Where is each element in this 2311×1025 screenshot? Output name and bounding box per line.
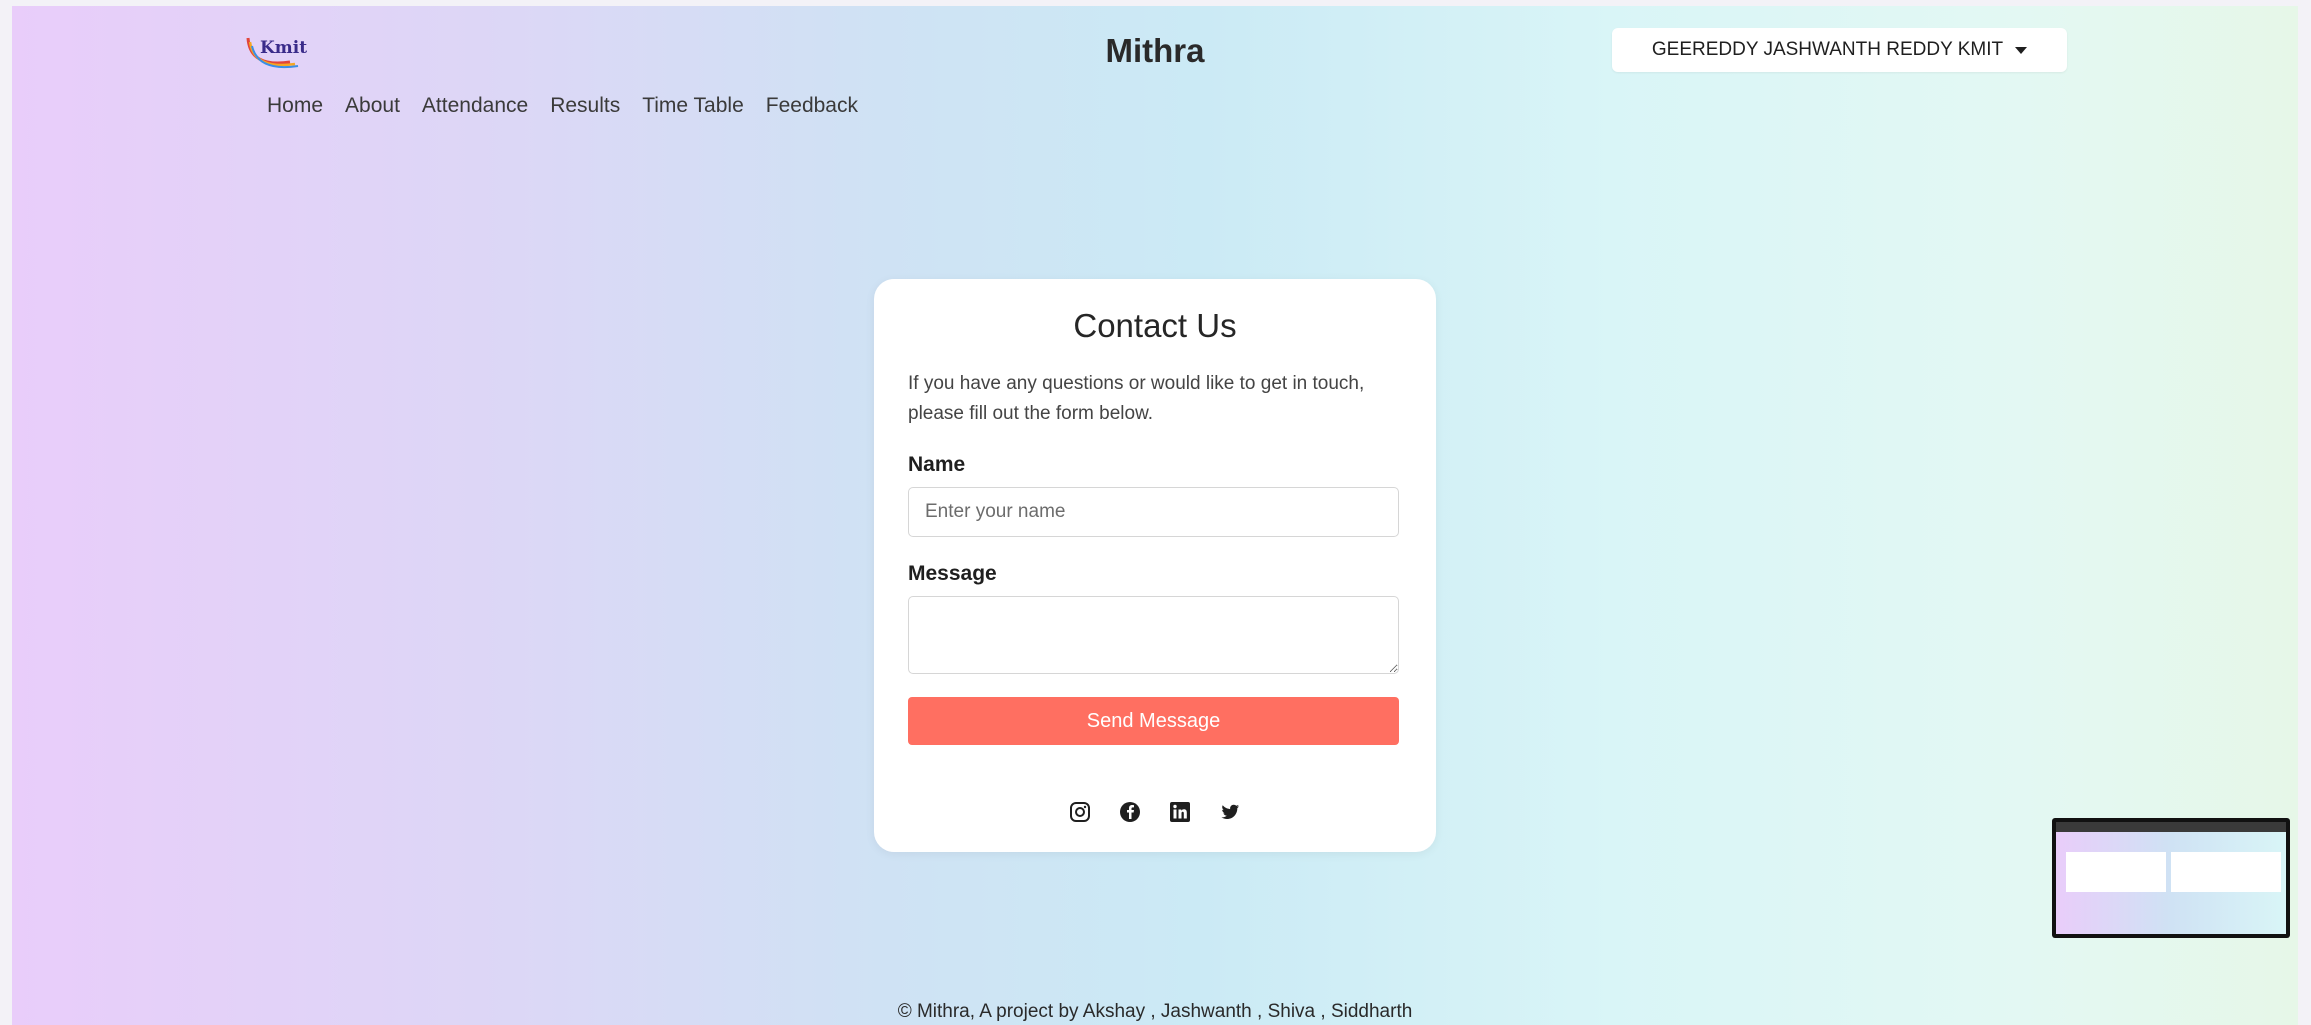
main-nav: Home About Attendance Results Time Table… — [267, 94, 858, 118]
nav-time-table[interactable]: Time Table — [642, 94, 744, 118]
nav-about[interactable]: About — [345, 94, 400, 118]
social-links — [874, 801, 1436, 823]
user-name: GEEREDDY JASHWANTH REDDY KMIT — [1651, 39, 2004, 60]
thumbnail-panel-right — [2171, 852, 2281, 892]
nav-home[interactable]: Home — [267, 94, 323, 118]
instagram-icon[interactable] — [1069, 801, 1091, 823]
thumbnail-panel-left — [2066, 852, 2166, 892]
send-message-button[interactable]: Send Message — [908, 697, 1399, 745]
thumbnail-toolbar — [2056, 822, 2286, 832]
nav-feedback[interactable]: Feedback — [766, 94, 858, 118]
nav-attendance[interactable]: Attendance — [422, 94, 528, 118]
contact-title: Contact Us — [1073, 307, 1237, 344]
caret-down-icon — [2015, 46, 2028, 54]
facebook-icon[interactable] — [1119, 801, 1141, 823]
user-dropdown[interactable]: GEEREDDY JASHWANTH REDDY KMIT — [1612, 28, 2067, 72]
thumbnail-content — [2056, 822, 2286, 934]
footer-credit: © Mithra, A project by Akshay , Jashwant… — [897, 1001, 1413, 1022]
twitter-icon[interactable] — [1219, 801, 1241, 823]
contact-description: If you have any questions or would like … — [908, 373, 1365, 424]
message-label: Message — [908, 562, 997, 585]
screen-preview-thumbnail[interactable] — [2052, 818, 2290, 938]
message-textarea[interactable] — [908, 596, 1399, 674]
page-background: Kmit Mithra Home About Attendance Result… — [12, 6, 2298, 1025]
nav-results[interactable]: Results — [550, 94, 620, 118]
linkedin-icon[interactable] — [1169, 801, 1191, 823]
name-label: Name — [908, 453, 966, 476]
name-input[interactable] — [908, 487, 1399, 537]
contact-card: Contact Us If you have any questions or … — [874, 279, 1436, 852]
